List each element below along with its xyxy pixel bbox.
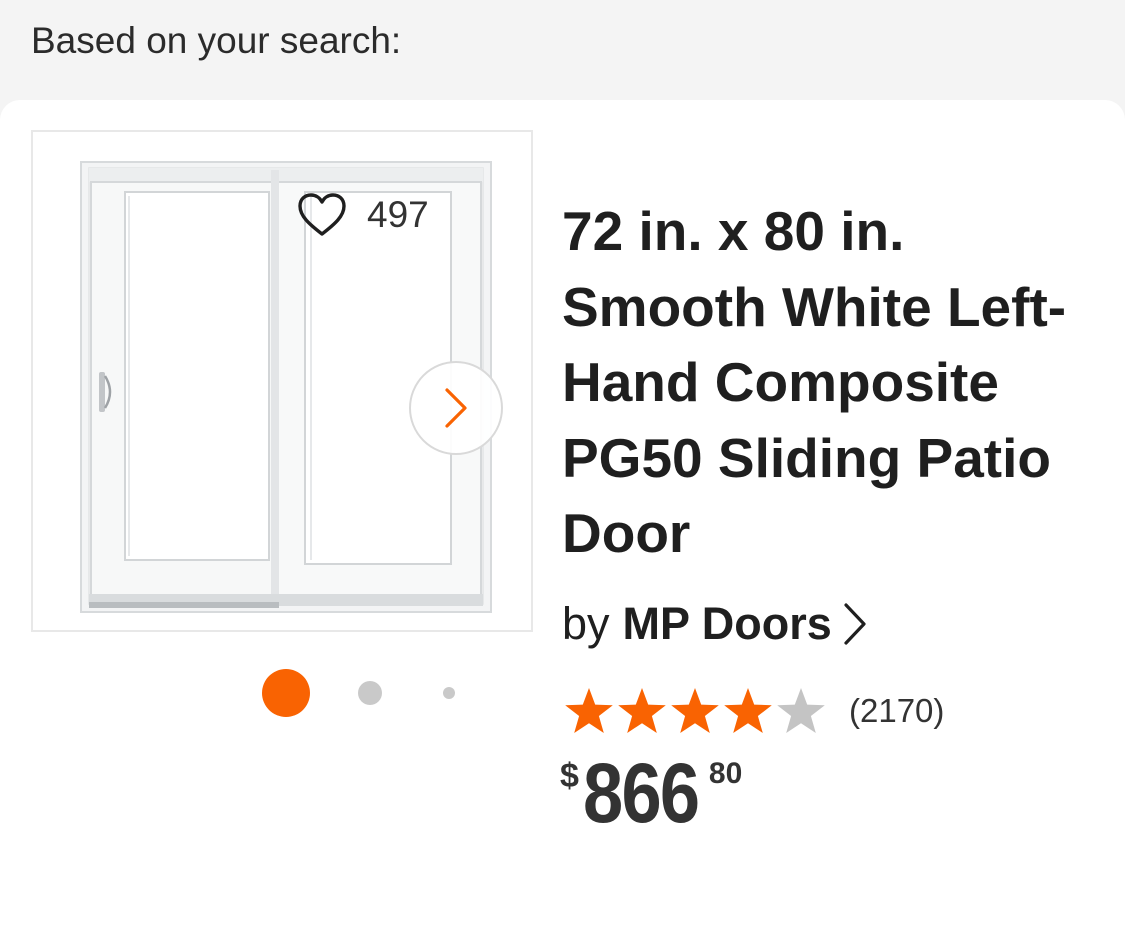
brand-name[interactable]: MP Doors [623,598,832,650]
star-filled-icon [724,688,772,733]
favorite-button[interactable]: 497 [297,192,429,238]
carousel-dot[interactable] [358,681,382,705]
rating[interactable]: (2170) [563,686,944,736]
price-cents: 80 [708,757,743,790]
price-dollars: 866 [582,746,700,840]
star-filled-icon [671,688,719,733]
price: $ 866 80 [560,745,742,842]
by-label: by [562,598,610,649]
brand-link[interactable]: MP Doors [623,598,868,650]
star-filled-icon [565,688,613,733]
star-filled-icon [618,688,666,733]
heart-outline-icon[interactable] [297,192,347,238]
brand-row: by MP Doors [562,598,868,650]
star-empty-icon [777,688,825,733]
carousel-dot[interactable] [443,687,455,699]
chevron-right-icon [844,603,866,645]
next-image-button[interactable] [409,361,503,455]
chevron-right-icon [445,388,467,428]
product-card[interactable]: 497 72 in. x 80 in. Smooth White Left-Ha… [0,100,1125,930]
review-count[interactable]: (2170) [849,692,944,730]
product-image-container[interactable]: 497 [31,130,533,632]
results-header: Based on your search: [0,0,1125,100]
carousel-dot-active[interactable] [262,669,310,717]
star-rating [563,686,827,736]
product-title[interactable]: 72 in. x 80 in. Smooth White Left-Hand C… [562,194,1102,572]
price-currency: $ [560,757,579,795]
favorite-count: 497 [367,194,429,235]
results-header-text: Based on your search: [31,20,402,61]
